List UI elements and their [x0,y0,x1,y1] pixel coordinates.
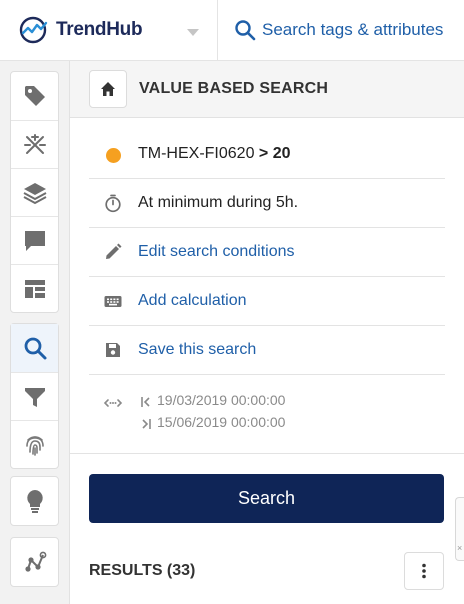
sidebar-item-tags[interactable] [11,72,58,120]
filter-icon [24,387,45,407]
edit-conditions-link[interactable]: Edit search conditions [89,228,445,277]
search-tags-label: Search tags & attributes [262,20,444,39]
sidebar-item-filter[interactable] [11,372,58,420]
search-icon [24,337,46,360]
search-icon [235,20,256,41]
date-range[interactable]: 19/03/2019 00:00:00 15/06/2019 00:00:00 [89,381,445,453]
top-bar: TrendHub Search tags & attributes [0,0,464,61]
search-panel: TM-HEX-FI0620 > 20 At minimum during 5h.… [70,118,464,604]
search-tags-button[interactable]: Search tags & attributes [218,0,464,60]
condition-value: 20 [272,145,291,162]
sidebar-item-comments[interactable] [11,216,58,264]
sidebar-item-layers[interactable] [11,168,58,216]
sidebar-group-insights [10,476,59,526]
sidebar-group-graph [10,537,59,587]
start-date: 19/03/2019 00:00:00 [157,392,286,408]
save-icon [106,343,120,357]
chevron-down-icon[interactable] [186,27,200,37]
add-calculation-link[interactable]: Add calculation [89,277,445,326]
logo-icon [19,16,48,44]
stopwatch-icon [105,194,121,213]
search-button[interactable]: Search [89,474,444,523]
edit-conditions-label: Edit search conditions [138,243,295,260]
keyboard-icon [104,296,122,307]
logo-text: TrendHub [56,19,143,40]
more-vertical-icon [422,563,426,579]
side-drawer-handle[interactable]: × [455,497,464,561]
sidebar-item-assets[interactable] [11,120,58,168]
divider [70,453,464,454]
expand-horizontal-icon [103,399,123,407]
dashboard-icon [24,279,45,298]
pencil-icon [106,243,122,259]
condition-operator: > [258,145,269,162]
condition-text: TM-HEX-FI0620 > 20 [138,145,291,163]
comment-icon [24,230,45,251]
tag-icon [24,86,45,106]
panel-header: VALUE BASED SEARCH [70,61,464,118]
status-dot [106,148,121,163]
sidebar-item-fingerprint[interactable] [11,420,58,468]
app-switcher[interactable]: TrendHub [0,0,218,60]
fingerprint-icon [25,435,44,456]
layers-icon [23,182,46,204]
sidebar-group-main [10,71,59,313]
save-search-label: Save this search [138,341,257,358]
add-calculation-label: Add calculation [138,292,247,309]
condition-row[interactable]: TM-HEX-FI0620 > 20 [89,130,445,179]
results-count: RESULTS (33) [89,562,196,579]
lightbulb-icon [26,490,43,513]
duration-text: At minimum during 5h. [138,194,299,211]
sidebar-item-dashboards[interactable] [11,264,58,312]
end-date-icon [142,419,151,429]
save-search-link[interactable]: Save this search [89,326,445,375]
close-icon: × [457,543,463,553]
sidebar-item-graph[interactable] [11,538,58,586]
sidebar-item-search[interactable] [11,324,58,372]
home-button[interactable] [89,70,127,108]
start-date-icon [141,397,150,407]
asset-icon [23,133,46,154]
condition-tag: TM-HEX-FI0620 [138,145,255,162]
home-icon [101,82,115,96]
sidebar [0,61,70,604]
duration-row: At minimum during 5h. [89,179,445,228]
end-date: 15/06/2019 00:00:00 [157,414,286,430]
sidebar-group-search [10,323,59,469]
results-menu-button[interactable] [404,552,444,590]
page-title: VALUE BASED SEARCH [139,80,329,97]
sidebar-item-insights[interactable] [11,477,58,525]
graph-icon [24,551,46,572]
